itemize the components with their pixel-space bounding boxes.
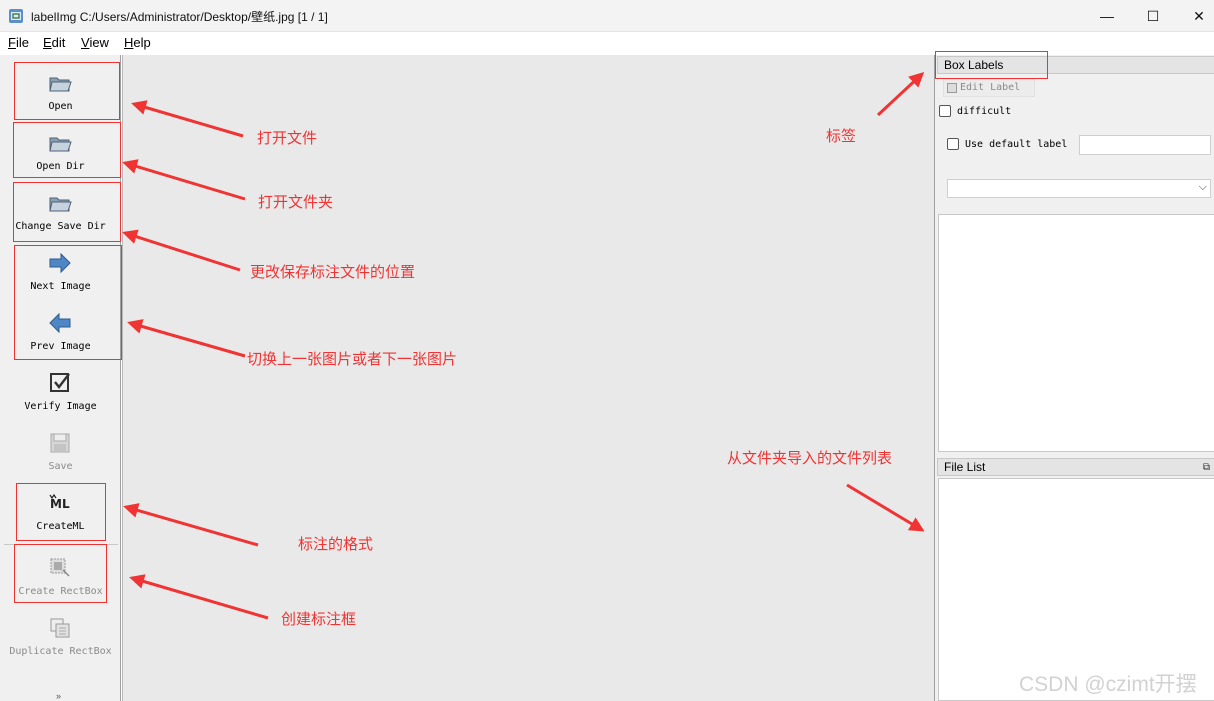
change-save-dir-button[interactable]: Change Save Dir — [0, 181, 121, 241]
toolbar-overflow-icon[interactable]: » — [56, 691, 61, 701]
menu-help[interactable]: Help — [124, 35, 151, 50]
menu-view[interactable]: View — [81, 35, 109, 50]
open-label: Open — [48, 101, 73, 112]
note-open: 打开文件 — [257, 130, 318, 147]
menu-edit-rest: dit — [51, 35, 66, 50]
image-canvas[interactable] — [122, 55, 934, 701]
edit-label-text: Edit Label — [960, 82, 1021, 93]
note-change-save-dir: 更改保存标注文件的位置 — [250, 264, 416, 281]
create-rectbox-label: Create RectBox — [18, 586, 103, 597]
label-select-dropdown[interactable]: ⌵ — [947, 179, 1211, 198]
csdn-watermark: CSDN @czimt开摆 — [1019, 673, 1197, 696]
toolbar-separator — [4, 544, 118, 545]
use-default-label-row[interactable]: Use default label — [947, 138, 1067, 150]
edit-icon — [947, 83, 957, 93]
verify-image-button[interactable]: Verify Image — [0, 361, 121, 421]
prev-image-button[interactable]: Prev Image — [0, 301, 121, 361]
folder-open-icon — [49, 77, 72, 92]
left-toolbar: Open Open Dir Change Save Dir Next Image… — [0, 55, 121, 701]
difficult-checkbox-row[interactable]: difficult — [939, 105, 1011, 117]
open-dir-label: Open Dir — [36, 161, 85, 172]
menu-view-rest: iew — [89, 35, 109, 50]
title-bar: labelImg C:/Users/Administrator/Desktop/… — [0, 0, 1214, 32]
menu-bar: File Edit View Help — [0, 32, 1214, 54]
folder-open-icon — [49, 197, 72, 212]
verify-image-label: Verify Image — [24, 401, 97, 412]
note-create-box: 创建标注框 — [281, 611, 357, 628]
format-label: CreateML — [36, 521, 85, 532]
close-icon: ✕ — [1193, 7, 1205, 24]
menu-edit-accel: E — [43, 35, 52, 50]
prev-image-label: Prev Image — [30, 341, 91, 352]
chevron-down-icon: ⌵ — [1198, 181, 1207, 193]
menu-edit[interactable]: Edit — [43, 35, 65, 50]
labelimg-app-icon — [9, 9, 23, 23]
next-image-button[interactable]: Next Image — [0, 241, 121, 301]
note-open-dir: 打开文件夹 — [258, 194, 334, 211]
label-list[interactable] — [938, 214, 1214, 452]
note-file-list: 从文件夹导入的文件列表 — [727, 450, 893, 467]
open-dir-button[interactable]: Open Dir — [0, 121, 121, 181]
arrow-right-icon — [49, 252, 71, 274]
difficult-checkbox[interactable] — [939, 105, 951, 117]
draw-rectbox-icon — [50, 558, 70, 577]
box-labels-title: Box Labels — [944, 58, 1004, 72]
format-createml-button[interactable]: ML CreateML — [0, 481, 121, 541]
use-default-label-text: Use default label — [965, 138, 1068, 150]
open-button[interactable]: Open — [0, 61, 121, 121]
note-switch-image: 切换上一张图片或者下一张图片 — [247, 351, 458, 368]
note-labels: 标签 — [826, 128, 857, 145]
menu-file-accel: F — [8, 35, 16, 50]
save-label: Save — [48, 461, 73, 472]
arrow-left-icon — [49, 312, 71, 334]
create-rectbox-button[interactable]: Create RectBox — [0, 546, 121, 606]
next-image-label: Next Image — [30, 281, 91, 292]
change-save-dir-label: Change Save Dir — [15, 221, 106, 232]
window-title: labelImg C:/Users/Administrator/Desktop/… — [31, 10, 328, 24]
maximize-icon: ☐ — [1146, 7, 1160, 24]
close-button[interactable]: ✕ — [1176, 0, 1214, 32]
right-dock-panel: Box Labels Edit Label difficult Use defa… — [934, 55, 1214, 701]
svg-text:ML: ML — [50, 497, 70, 511]
createml-format-icon: ML — [49, 493, 70, 511]
difficult-label: difficult — [957, 105, 1012, 117]
edit-label-button[interactable]: Edit Label — [943, 79, 1035, 97]
file-list-title: File List — [944, 460, 986, 474]
checkbox-check-icon — [50, 373, 70, 392]
save-button[interactable]: Save — [0, 421, 121, 481]
menu-help-accel: H — [124, 35, 134, 50]
maximize-button[interactable]: ☐ — [1130, 0, 1176, 32]
floppy-disk-icon — [50, 433, 70, 453]
copy-rectbox-icon — [50, 618, 70, 638]
file-list-dock-title: File List ⧉ — [937, 458, 1214, 476]
menu-file[interactable]: File — [8, 35, 29, 50]
minimize-button[interactable]: — — [1084, 0, 1130, 32]
minimize-icon: — — [1100, 8, 1114, 24]
duplicate-rectbox-button[interactable]: Duplicate RectBox — [0, 606, 121, 666]
box-labels-dock-title: Box Labels — [937, 56, 1214, 74]
folder-open-icon — [49, 137, 72, 152]
note-format: 标注的格式 — [298, 536, 374, 553]
menu-help-rest: elp — [133, 35, 151, 50]
default-label-input[interactable] — [1079, 135, 1211, 155]
duplicate-rectbox-label: Duplicate RectBox — [9, 646, 112, 657]
use-default-label-checkbox[interactable] — [947, 138, 959, 150]
float-window-icon[interactable]: ⧉ — [1203, 460, 1210, 476]
menu-file-rest: ile — [15, 35, 29, 50]
